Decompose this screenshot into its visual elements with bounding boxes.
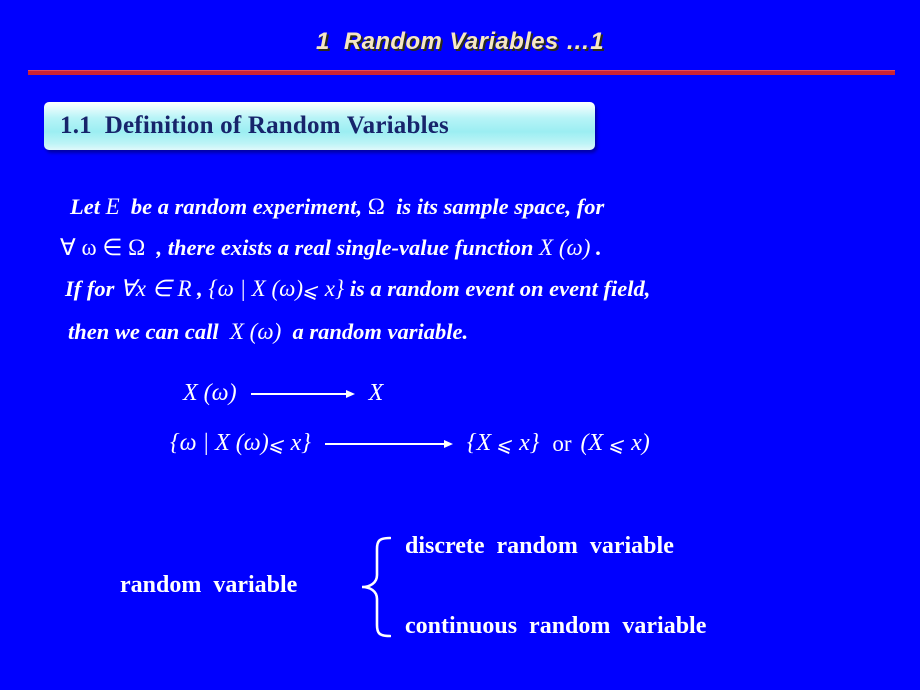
line4-text-part1: then we can call	[68, 319, 230, 344]
line3-text-part2: ,	[191, 276, 209, 301]
mapping-row-2: {ω | X (ω) ⩽ x} {X ⩽ x} or (X ⩽ x)	[170, 430, 650, 457]
line3-symbol-forall-x-in-R: ∀x ∈ R	[120, 276, 192, 301]
definition-text-block: Let E be a random experiment, Ω is its s…	[60, 186, 900, 352]
long-right-arrow-icon	[324, 432, 453, 456]
classification-item-discrete: discrete random variable	[405, 533, 674, 559]
mapping2-target-left: {X	[466, 430, 498, 456]
page-title: 1 Random Variables …1	[315, 28, 604, 55]
classification-root-label: random variable	[120, 572, 298, 598]
line4-text-part2: a random variable.	[281, 319, 469, 344]
long-right-arrow-icon	[250, 382, 355, 406]
line1-symbol-E: E	[105, 194, 120, 219]
line1-text-part1: Let	[70, 194, 106, 219]
mapping2-alt-right: x)	[625, 430, 650, 456]
line2-symbol-X-omega: X (ω)	[539, 235, 591, 260]
mapping2-source-left: {ω | X (ω)	[170, 430, 269, 456]
mapping2-target-right: x}	[513, 430, 540, 456]
line1-text-part2: be a random experiment,	[119, 194, 368, 219]
line2-text-part2: .	[590, 235, 602, 260]
line1-text-part3: is its sample space, for	[384, 194, 605, 219]
mapping2-alt-left: (X	[580, 430, 610, 456]
section-heading-label: 1.1 Definition of Random Variables	[60, 112, 449, 139]
curly-brace-icon	[357, 535, 391, 639]
mapping1-target: X	[368, 380, 384, 406]
slide-canvas: 1 Random Variables …1 1.1 Definition of …	[0, 0, 920, 690]
definition-line-2: ∀ ω ∈ Ω , there exists a real single-val…	[60, 227, 900, 268]
classification-group: random variable discrete random variable…	[120, 530, 820, 645]
definition-line-4: then we can call X (ω) a random variable…	[60, 311, 900, 352]
classification-item-continuous: continuous random variable	[405, 613, 707, 639]
line1-symbol-omega-big: Ω	[367, 194, 385, 219]
mapping2-or-label: or	[552, 430, 572, 456]
line4-symbol-X-omega: X (ω)	[229, 319, 282, 344]
mapping1-source: X (ω)	[183, 380, 237, 406]
mapping2-source-right: x}	[284, 430, 311, 456]
line2-text-part1: , there exists a real single-value funct…	[145, 235, 540, 260]
line3-set-builder-left: {ω | X (ω)	[208, 276, 304, 301]
mapping-row-1: X (ω) X	[183, 380, 383, 407]
line2-symbol-forall-omega-in-Omega: ∀ ω ∈ Ω	[60, 235, 146, 260]
line3-text-part3: is a random event on event field,	[344, 276, 651, 301]
definition-line-3: If for ∀x ∈ R , {ω | X (ω)⩽ x} is a rand…	[60, 268, 900, 311]
definition-line-1: Let E be a random experiment, Ω is its s…	[60, 186, 900, 227]
title-divider	[28, 70, 895, 75]
section-heading-box: 1.1 Definition of Random Variables	[44, 102, 595, 150]
line3-set-builder-right: x}	[318, 276, 345, 301]
line3-text-part1: If for	[65, 276, 120, 301]
